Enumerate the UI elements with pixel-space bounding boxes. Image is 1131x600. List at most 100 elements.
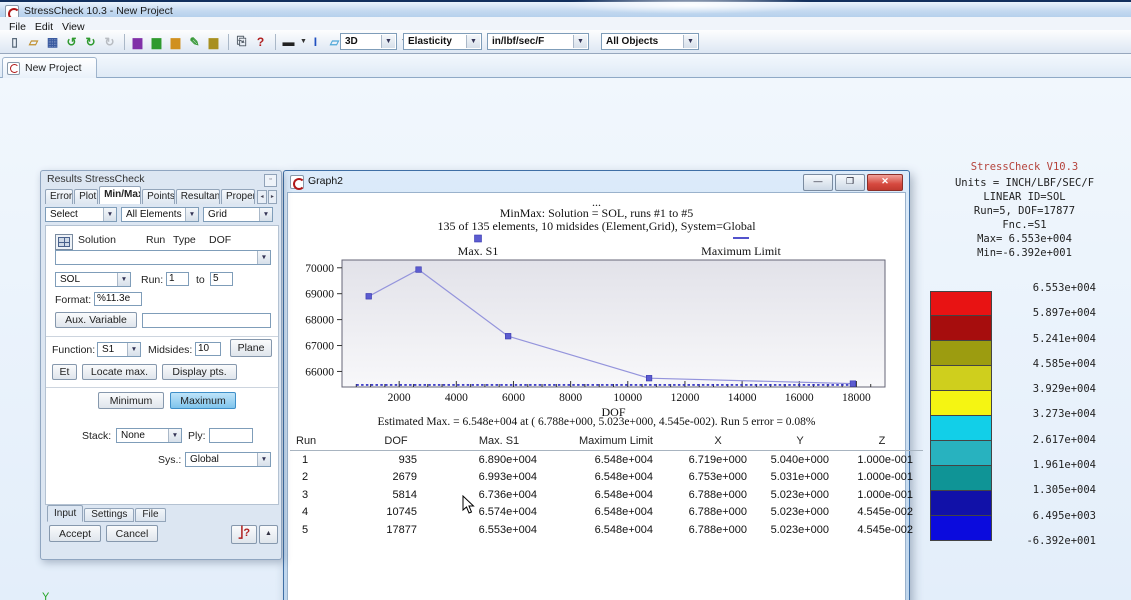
clipboard-icon[interactable]: ⎘ [233,33,250,50]
chevron-down-icon[interactable]: ▼ [381,35,395,48]
restore-button[interactable]: ❐ [835,174,865,191]
edit-mesh-icon[interactable]: ✎ [186,33,203,50]
maximum-button[interactable]: Maximum [170,392,236,409]
model-book-icon[interactable]: ▆ [129,33,146,50]
table-row[interactable]: 226796.993e+0046.548e+0046.753e+0005.031… [290,469,923,487]
table-cell: 6.736e+004 [443,486,555,504]
chevron-down-icon[interactable]: ▼ [683,35,697,48]
objects-select[interactable]: All Objects ▼ [601,33,699,50]
accept-button[interactable]: Accept [49,525,101,542]
solution-grid-icon[interactable] [55,234,73,250]
select-mode-select[interactable]: Select▼ [45,207,117,222]
tab-error[interactable]: Error [45,189,73,204]
import-icon[interactable]: ↺ [63,33,80,50]
dialog-collapse-button[interactable]: ▲ [259,525,278,544]
table-cell: 5.040e+000 [759,451,841,469]
mesh-book-icon[interactable]: ▆ [148,33,165,50]
minimum-button[interactable]: Minimum [98,392,164,409]
chevron-down-icon[interactable]: ▼ [300,38,307,45]
chevron-down-icon[interactable]: ▼ [127,343,140,356]
element-scope-select[interactable]: All Elements▼ [121,207,199,222]
line-chart[interactable]: Max. S1Maximum Limit66000670006800069000… [288,233,906,431]
tab-scroll-right-icon[interactable]: ▸ [268,190,277,204]
stack-select[interactable]: None ▼ [116,428,182,443]
dimension-select[interactable]: 3D ▼ [340,33,397,50]
table-row[interactable]: 5178776.553e+0046.548e+0046.788e+0005.02… [290,521,923,539]
tab-plot[interactable]: Plot [74,189,98,204]
x-tick-label: 6000 [502,392,525,404]
sys-label: Sys.: [158,454,181,466]
minimize-button[interactable]: — [803,174,833,191]
tab-scroll-left-icon[interactable]: ◂ [257,190,266,204]
sys-select[interactable]: Global ▼ [185,452,271,467]
info-line: Run=5, DOF=17877 [918,204,1131,218]
results-table[interactable]: RunDOFMax. S1Maximum LimitXYZ19356.890e+… [290,431,923,539]
table-row[interactable]: 19356.890e+0046.548e+0046.719e+0005.040e… [290,451,923,469]
chevron-down-icon[interactable]: ▼ [185,208,198,221]
chevron-down-icon[interactable]: ▼ [259,208,272,221]
function-select[interactable]: S1 ▼ [97,342,141,357]
format-input[interactable]: %11.3e [94,292,142,306]
aux-variable-button[interactable]: Aux. Variable [55,312,137,328]
tab-points[interactable]: Points [142,189,175,204]
results-dialog-tabs: ErrorPlotMin/MaxPointsResultantProper◂▸ [45,187,277,204]
et-button[interactable]: Et [52,364,77,380]
aux-variable-input[interactable] [142,313,271,328]
dialog-pin-icon[interactable]: ▫ [264,174,277,187]
locate-max-button[interactable]: Locate max. [82,364,157,380]
chevron-down-icon[interactable]: ▼ [257,251,270,264]
grid-scope-select[interactable]: Grid▼ [203,207,273,222]
new-file-icon[interactable]: ▯ [6,33,23,50]
dialog-help-button[interactable]: ⎦? [231,525,257,544]
chevron-down-icon[interactable]: ▼ [466,35,480,48]
sync-disabled-icon[interactable]: ↻ [101,33,118,50]
contour-value: 1.961e+004 [1004,458,1096,483]
table-book-icon[interactable]: ▆ [167,33,184,50]
table-cell: 6.553e+004 [443,521,555,539]
title-bar[interactable]: StressCheck 10.3 - New Project [0,0,1131,17]
data-point [366,293,372,299]
tab-new-project[interactable]: New Project [2,57,97,78]
solution-run-combo[interactable]: SOL ,5 ,Lin. , 17877 ▼ [55,250,271,265]
table-row[interactable]: 358146.736e+0046.548e+0046.788e+0005.023… [290,486,923,504]
solution-select[interactable]: SOL ▼ [55,272,131,287]
chevron-down-icon[interactable]: ▼ [117,273,130,286]
graph-window-titlebar[interactable]: Graph2 — ❐ ✕ [284,171,909,191]
bottom-tab-settings[interactable]: Settings [84,508,134,522]
notes-book-icon[interactable]: ▆ [205,33,222,50]
open-file-icon[interactable]: ▱ [25,33,42,50]
tab-minmax[interactable]: Min/Max [99,186,141,204]
help-icon[interactable]: ? [252,33,269,50]
model-workspace[interactable]: Y X StressCheck V10.3 Units = INCH/LBF/S… [0,78,1131,600]
export-icon[interactable]: ↻ [82,33,99,50]
toolbar-separator [124,34,125,50]
midsides-input[interactable]: 10 [195,342,221,356]
chevron-down-icon[interactable]: ▼ [168,429,181,442]
plane-button[interactable]: Plane [230,339,272,357]
bottom-tab-file[interactable]: File [135,508,165,522]
run-from-input[interactable]: 1 [166,272,189,286]
display-pts-button[interactable]: Display pts. [162,364,237,380]
line-style-icon[interactable]: ▬ [280,33,297,50]
save-file-icon[interactable]: ▦ [44,33,61,50]
units-select[interactable]: in/lbf/sec/F ▼ [487,33,589,50]
tab-resultant[interactable]: Resultant [176,189,220,204]
table-header-dof: DOF [349,431,443,451]
table-row[interactable]: 4107456.574e+0046.548e+0046.788e+0005.02… [290,504,923,522]
run-to-input[interactable]: 5 [210,272,233,286]
table-cell: 1.000e-001 [841,469,923,487]
contour-band [930,316,992,341]
chevron-down-icon[interactable]: ▼ [573,35,587,48]
y-tick-label: 70000 [305,263,334,275]
tab-proper[interactable]: Proper [221,189,255,204]
cancel-button[interactable]: Cancel [106,525,158,542]
close-button[interactable]: ✕ [867,174,903,191]
bottom-tab-input[interactable]: Input [47,505,83,522]
chevron-down-icon[interactable]: ▼ [257,453,270,466]
table-cell: 5 [290,521,349,539]
project-tab-label: New Project [25,62,82,74]
ibeam-icon[interactable]: I [307,33,324,50]
analysis-select[interactable]: Elasticity ▼ [403,33,482,50]
ply-input[interactable] [209,428,253,443]
chevron-down-icon[interactable]: ▼ [103,208,116,221]
